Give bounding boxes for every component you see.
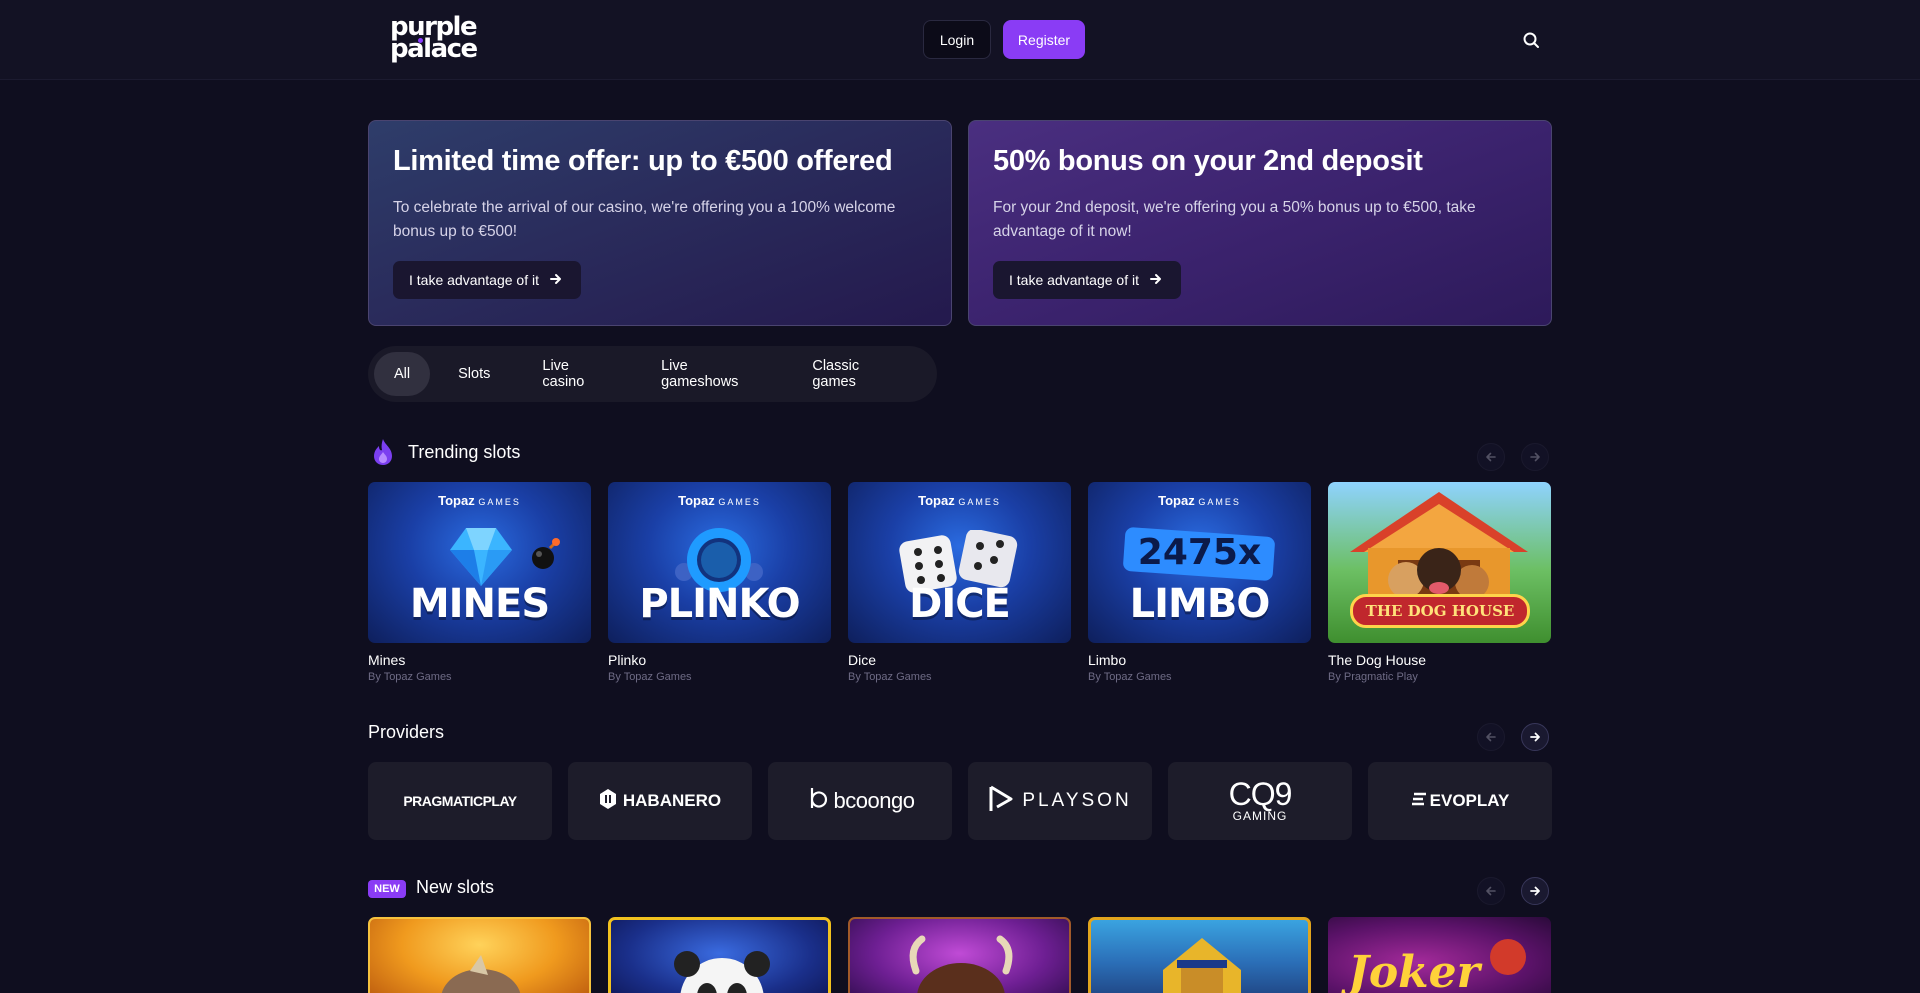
new-slot-thumbnail-buffalo[interactable] <box>848 917 1071 993</box>
arrow-right-icon <box>1530 452 1540 462</box>
provider-logo-text: PLAYSON <box>1022 790 1132 811</box>
provider-pragmatic-play[interactable]: PRAGMATICPLAY <box>368 762 552 840</box>
topaz-brand: Topaz GAMES <box>918 493 1001 508</box>
promo-title: 50% bonus on your 2nd deposit <box>993 145 1423 177</box>
provider-logo-text: PRAGMATICPLAY <box>403 793 517 809</box>
promo-text: To celebrate the arrival of our casino, … <box>393 199 896 240</box>
arrow-left-icon <box>1486 452 1496 462</box>
new-slots-title: New slots <box>416 877 495 897</box>
tab-all[interactable]: All <box>374 352 431 396</box>
game-card-mines[interactable]: Topaz GAMES MINES Mines By Topaz Games <box>368 482 591 683</box>
provider-logo-text: bcoongo <box>833 788 915 813</box>
new-badge: NEW <box>368 880 406 898</box>
provider-playson[interactable]: PLAYSON <box>968 762 1152 840</box>
game-art-title: PLINKO <box>639 581 800 627</box>
promo-card-second-deposit: 50% bonus on your 2nd deposit For your 2… <box>968 120 1552 326</box>
arrow-left-icon <box>1486 732 1496 742</box>
trending-next-button[interactable] <box>1521 443 1549 471</box>
game-name[interactable]: Mines <box>368 652 591 668</box>
game-art-title: LIMBO <box>1129 581 1271 627</box>
promo-cta-label: I take advantage of it <box>1009 272 1139 288</box>
provider-cq9-gaming[interactable]: CQ9 GAMING <box>1168 762 1352 840</box>
providers-title: Providers <box>368 722 445 742</box>
site-header: purple palace Login Register <box>0 0 1920 80</box>
new-slot-thumbnail-panda[interactable] <box>608 917 831 993</box>
game-provider: By Topaz Games <box>368 671 452 683</box>
game-provider: By Topaz Games <box>608 671 692 683</box>
tab-slots[interactable]: Slots <box>438 352 510 396</box>
promo-card-welcome: Limited time offer: up to €500 offered T… <box>368 120 952 326</box>
game-name[interactable]: Dice <box>848 652 1071 668</box>
provider-logo-text: HABANERO <box>622 791 722 810</box>
arrow-right-icon <box>549 272 563 289</box>
game-card-the-dog-house[interactable]: THE DOG HOUSE The Dog House By Pragmatic… <box>1328 482 1551 683</box>
trending-prev-button[interactable] <box>1477 443 1505 471</box>
game-card-plinko[interactable]: Topaz GAMES PLINKO Plinko By Topaz Games <box>608 482 831 683</box>
habanero-icon <box>599 788 617 815</box>
game-name[interactable]: The Dog House <box>1328 652 1551 668</box>
logo-dot <box>418 38 423 43</box>
provider-logo-text: EVOPLAY <box>1429 791 1510 810</box>
game-provider: By Pragmatic Play <box>1328 671 1418 683</box>
playson-icon <box>988 785 1014 818</box>
arrow-right-icon <box>1149 272 1163 289</box>
new-slots-prev-button[interactable] <box>1477 877 1505 905</box>
login-button[interactable]: Login <box>923 20 991 59</box>
arrow-left-icon <box>1486 886 1496 896</box>
game-provider: By Topaz Games <box>848 671 932 683</box>
promo-text: For your 2nd deposit, we're offering you… <box>993 199 1476 240</box>
promo-cta-label: I take advantage of it <box>409 272 539 288</box>
tab-classic-games[interactable]: Classic games <box>792 352 919 396</box>
game-art-title: MINES <box>409 581 550 627</box>
trending-slots-title: Trending slots <box>408 442 521 462</box>
promo-cta-button[interactable]: I take advantage of it <box>993 261 1181 299</box>
tab-live-casino[interactable]: Live casino <box>522 352 629 396</box>
provider-logo-text: CQ9 <box>1228 776 1293 812</box>
topaz-brand: Topaz GAMES <box>678 493 761 508</box>
booongo-icon <box>806 786 830 817</box>
arrow-right-icon <box>1530 886 1540 896</box>
multiplier-value: 2475x <box>1137 532 1262 573</box>
game-thumbnail[interactable]: Topaz GAMES PLINKO <box>608 482 831 643</box>
new-slot-thumbnail-rhino[interactable] <box>368 917 591 993</box>
provider-booongo[interactable]: bcoongo <box>768 762 952 840</box>
providers-next-button[interactable] <box>1521 723 1549 751</box>
game-thumbnail[interactable]: Topaz GAMES MINES <box>368 482 591 643</box>
providers-prev-button[interactable] <box>1477 723 1505 751</box>
bomb-icon <box>532 538 560 569</box>
game-name[interactable]: Plinko <box>608 652 831 668</box>
evoplay-icon <box>1411 791 1427 812</box>
game-name[interactable]: Limbo <box>1088 652 1311 668</box>
search-icon[interactable] <box>1520 29 1542 51</box>
game-provider: By Topaz Games <box>1088 671 1172 683</box>
flame-icon <box>370 438 396 466</box>
game-thumbnail[interactable]: Topaz GAMES 2475x LIMBO <box>1088 482 1311 643</box>
promo-cta-button[interactable]: I take advantage of it <box>393 261 581 299</box>
provider-logo-subtext: GAMING <box>1232 809 1288 823</box>
provider-evoplay[interactable]: EVOPLAY <box>1368 762 1552 840</box>
game-art-title: DICE <box>909 581 1011 627</box>
register-button[interactable]: Register <box>1003 20 1085 59</box>
new-slots-next-button[interactable] <box>1521 877 1549 905</box>
game-art-title: THE DOG HOUSE <box>1350 594 1530 628</box>
topaz-brand: Topaz GAMES <box>438 493 521 508</box>
logo-line-2: palace <box>390 34 478 64</box>
logo[interactable]: purple palace <box>390 14 478 64</box>
category-tabs: All Slots Live casino Live gameshows Cla… <box>368 346 937 402</box>
game-card-dice[interactable]: Topaz GAMES DICE Dice By Topaz Games <box>848 482 1071 683</box>
game-thumbnail[interactable]: THE DOG HOUSE <box>1328 482 1551 643</box>
svg-text:Joker: Joker <box>1341 947 1483 993</box>
new-slot-thumbnail-joker[interactable]: Joker <box>1328 917 1551 993</box>
topaz-brand: Topaz GAMES <box>1158 493 1241 508</box>
provider-habanero[interactable]: HABANERO <box>568 762 752 840</box>
tab-live-gameshows[interactable]: Live gameshows <box>641 352 780 396</box>
arrow-right-icon <box>1530 732 1540 742</box>
new-slot-thumbnail-pharaoh[interactable] <box>1088 917 1311 993</box>
promo-title: Limited time offer: up to €500 offered <box>393 145 893 177</box>
game-thumbnail[interactable]: Topaz GAMES DICE <box>848 482 1071 643</box>
game-card-limbo[interactable]: Topaz GAMES 2475x LIMBO Limbo By Topaz G… <box>1088 482 1311 683</box>
